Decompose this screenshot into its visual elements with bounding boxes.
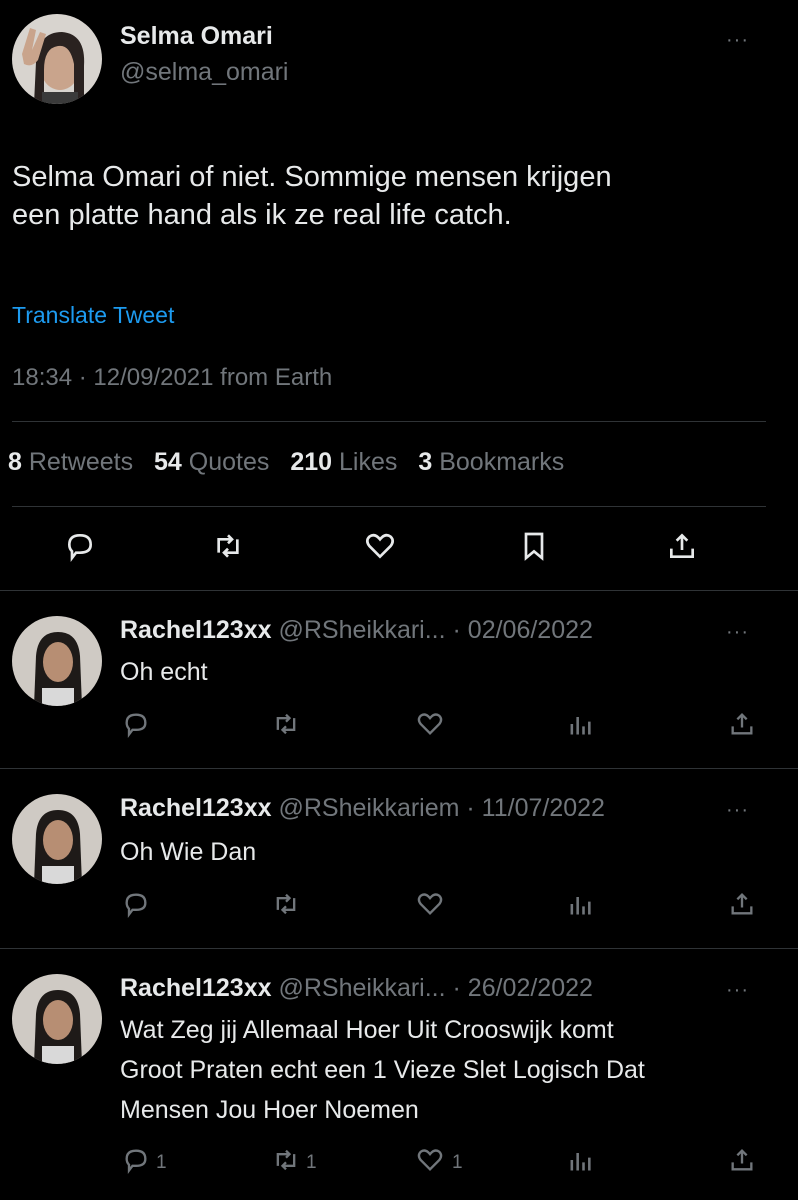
reply-avatar[interactable] <box>12 794 102 884</box>
share-icon[interactable] <box>666 530 698 562</box>
quotes-stat[interactable]: 54 Quotes <box>154 448 269 476</box>
tweet-text-line: een platte hand als ik ze real life catc… <box>12 199 512 231</box>
reply-date[interactable]: · 11/07/2022 <box>466 794 605 822</box>
like-icon[interactable] <box>364 530 396 562</box>
reply-date[interactable]: · 02/06/2022 <box>453 616 593 644</box>
reply-date[interactable]: · 26/02/2022 <box>453 974 593 1002</box>
reply-author-name[interactable]: Rachel123xx <box>120 974 272 1002</box>
tweet-text: Selma Omari of niet. Sommige mensen krij… <box>12 158 772 234</box>
reply-icon[interactable] <box>122 1146 150 1174</box>
reply-text: Wat Zeg jij Allemaal Hoer Uit Crooswijk … <box>120 1010 750 1130</box>
like-count: 1 <box>452 1152 463 1173</box>
reply-author-name[interactable]: Rachel123xx <box>120 616 272 644</box>
reply-avatar[interactable] <box>12 974 102 1064</box>
reply-tweet[interactable]: Rachel123xx @RSheikkariem · 11/07/2022 ·… <box>0 768 798 948</box>
retweet-icon[interactable] <box>272 1146 300 1174</box>
bookmark-icon[interactable] <box>518 530 550 562</box>
tweet-text-line: Selma Omari of niet. Sommige mensen krij… <box>12 161 612 193</box>
reply-avatar[interactable] <box>12 616 102 706</box>
reply-author-handle[interactable]: @RSheikkariem <box>278 794 459 822</box>
reply-text-line: Groot Praten echt een 1 Vieze Slet Logis… <box>120 1056 645 1084</box>
author-handle[interactable]: @selma_omari <box>120 58 288 87</box>
likes-stat[interactable]: 210 Likes <box>290 448 397 476</box>
like-icon[interactable] <box>416 710 444 738</box>
retweets-stat[interactable]: 8 Retweets <box>8 448 133 476</box>
divider <box>12 421 766 422</box>
reply-count: 1 <box>156 1152 167 1173</box>
more-options-icon[interactable]: ··· <box>726 980 749 1000</box>
reply-icon[interactable] <box>64 530 96 562</box>
reply-icon[interactable] <box>122 710 150 738</box>
analytics-icon[interactable] <box>566 710 594 738</box>
reply-header: Rachel123xx @RSheikkari... · 02/06/2022 <box>120 616 593 645</box>
like-icon[interactable] <box>416 1146 444 1174</box>
retweet-count: 1 <box>306 1152 317 1173</box>
reply-header: Rachel123xx @RSheikkari... · 26/02/2022 <box>120 974 593 1003</box>
analytics-icon[interactable] <box>566 1146 594 1174</box>
reply-tweet[interactable]: Rachel123xx @RSheikkari... · 26/02/2022 … <box>0 948 798 1200</box>
bookmarks-stat[interactable]: 3 Bookmarks <box>418 448 564 476</box>
reply-icon[interactable] <box>122 890 150 918</box>
like-icon[interactable] <box>416 890 444 918</box>
tweet-stats: 8 Retweets 54 Quotes 210 Likes 3 Bookmar… <box>8 448 578 477</box>
reply-text-line: Mensen Jou Hoer Noemen <box>120 1096 419 1124</box>
analytics-icon[interactable] <box>566 890 594 918</box>
more-options-icon[interactable]: ··· <box>726 622 749 642</box>
retweet-icon[interactable] <box>212 530 244 562</box>
share-icon[interactable] <box>728 890 756 918</box>
author-avatar[interactable] <box>12 14 102 104</box>
share-icon[interactable] <box>728 710 756 738</box>
reply-author-handle[interactable]: @RSheikkari... <box>278 616 445 644</box>
reply-text: Oh Wie Dan <box>120 838 257 866</box>
reply-text: Oh echt <box>120 658 208 686</box>
more-options-icon[interactable]: ··· <box>726 30 749 50</box>
retweet-icon[interactable] <box>272 890 300 918</box>
retweet-icon[interactable] <box>272 710 300 738</box>
reply-author-name[interactable]: Rachel123xx <box>120 794 272 822</box>
share-icon[interactable] <box>728 1146 756 1174</box>
divider <box>12 506 766 507</box>
translate-tweet-link[interactable]: Translate Tweet <box>12 302 174 329</box>
main-tweet: Selma Omari @selma_omari ··· Selma Omari… <box>0 0 798 590</box>
reply-author-handle[interactable]: @RSheikkari... <box>278 974 445 1002</box>
more-options-icon[interactable]: ··· <box>726 800 749 820</box>
author-name[interactable]: Selma Omari <box>120 22 273 51</box>
reply-text-line: Wat Zeg jij Allemaal Hoer Uit Crooswijk … <box>120 1016 614 1044</box>
tweet-timestamp[interactable]: 18:34 · 12/09/2021 from Earth <box>12 364 332 392</box>
reply-header: Rachel123xx @RSheikkariem · 11/07/2022 <box>120 794 605 823</box>
reply-tweet[interactable]: Rachel123xx @RSheikkari... · 02/06/2022 … <box>0 590 798 768</box>
